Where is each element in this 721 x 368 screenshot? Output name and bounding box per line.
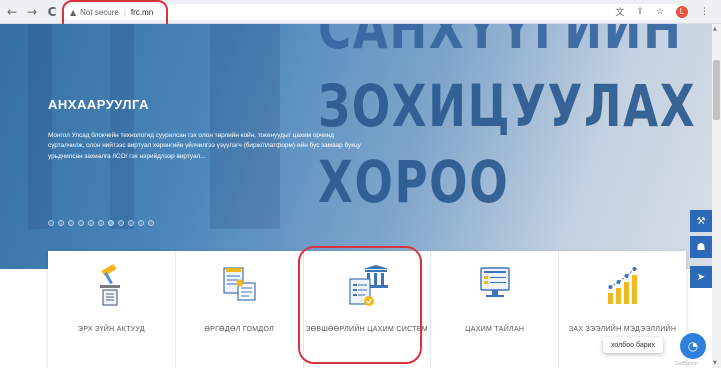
- carousel-dot[interactable]: [58, 220, 64, 226]
- market-growth-chart-icon: [607, 267, 637, 304]
- carousel-indicators: [48, 220, 154, 226]
- carousel-dot[interactable]: [48, 220, 54, 226]
- paper-plane-icon: ➤: [696, 271, 706, 283]
- complaint-document-icon: [223, 267, 256, 301]
- carousel-dot[interactable]: [98, 220, 104, 226]
- getbutton-brand: GetButton: [675, 361, 698, 367]
- carousel-dot[interactable]: [118, 220, 124, 226]
- hero-banner: САНХҮҮГИЙН ЗОХИЦУУЛАХ ХОРОО АНХААРУУЛГА …: [0, 24, 712, 269]
- star-icon[interactable]: ☆: [656, 7, 664, 17]
- hero-big-text-line-1: САНХҮҮГИЙН: [318, 24, 683, 62]
- hero-description: Монгол Улсад блокчейн технологид суурилс…: [48, 132, 361, 160]
- browser-actions: 文 ⇪ ☆ L ⋮: [615, 5, 709, 18]
- translate-icon[interactable]: 文: [615, 5, 624, 18]
- contact-bubble[interactable]: холбоо барих: [603, 337, 663, 353]
- computer-report-icon: [480, 267, 510, 297]
- card-label: ЦАХИМ ТАЙЛАН: [465, 326, 525, 333]
- legal-gavel-icon: [100, 264, 121, 306]
- profile-avatar[interactable]: L: [676, 5, 688, 18]
- chat-icon: ◔: [687, 339, 699, 353]
- hero-title: АНХААРУУЛГА: [48, 97, 149, 112]
- carousel-dot[interactable]: [108, 220, 114, 226]
- card-label: ЗАХ ЗЭЭЛИЙН МЭДЭЭЛЛИЙН: [568, 326, 677, 333]
- carousel-dot[interactable]: [148, 220, 154, 226]
- scroll-up-icon[interactable]: ▲: [713, 26, 717, 32]
- logo-pillar-right: [210, 24, 280, 229]
- carousel-dot[interactable]: [138, 220, 144, 226]
- forward-button[interactable]: →: [24, 4, 40, 20]
- menu-icon[interactable]: ⋮: [700, 7, 709, 17]
- carousel-dot[interactable]: [88, 220, 94, 226]
- card-highlight-annotation: [298, 246, 422, 364]
- scroll-down-icon[interactable]: ▼: [713, 360, 717, 366]
- chat-button[interactable]: ◔: [680, 333, 706, 359]
- side-education-button[interactable]: ☗: [690, 236, 712, 258]
- graduation-cap-icon: ☗: [696, 241, 706, 253]
- carousel-dot[interactable]: [68, 220, 74, 226]
- carousel-dot[interactable]: [78, 220, 84, 226]
- logo-pillar-mid: [110, 24, 134, 229]
- carousel-dot[interactable]: [128, 220, 134, 226]
- hero-big-text-line-2: ЗОХИЦУУЛАХ: [318, 72, 697, 140]
- logo-pillar-left: [28, 24, 52, 229]
- side-telegram-button[interactable]: ➤: [690, 266, 712, 288]
- card-label: ӨРГӨДӨЛ ГОМДОЛ: [204, 326, 275, 333]
- page-scrollbar[interactable]: ▲ ▼: [712, 24, 721, 368]
- back-button[interactable]: ←: [4, 4, 20, 20]
- scroll-thumb[interactable]: [713, 60, 720, 120]
- card-legal-acts[interactable]: ЭРХ ЗҮЙН АКТУУД: [48, 251, 176, 368]
- side-gavel-button[interactable]: ⚒: [690, 210, 712, 232]
- share-icon[interactable]: ⇪: [636, 7, 644, 17]
- gavel-icon: ⚒: [696, 215, 706, 227]
- reload-button[interactable]: C: [44, 4, 60, 20]
- card-label: ЭРХ ЗҮЙН АКТУУД: [77, 326, 145, 333]
- card-e-report[interactable]: ЦАХИМ ТАЙЛАН: [431, 251, 560, 368]
- card-complaints[interactable]: ӨРГӨДӨЛ ГОМДОЛ: [175, 251, 304, 368]
